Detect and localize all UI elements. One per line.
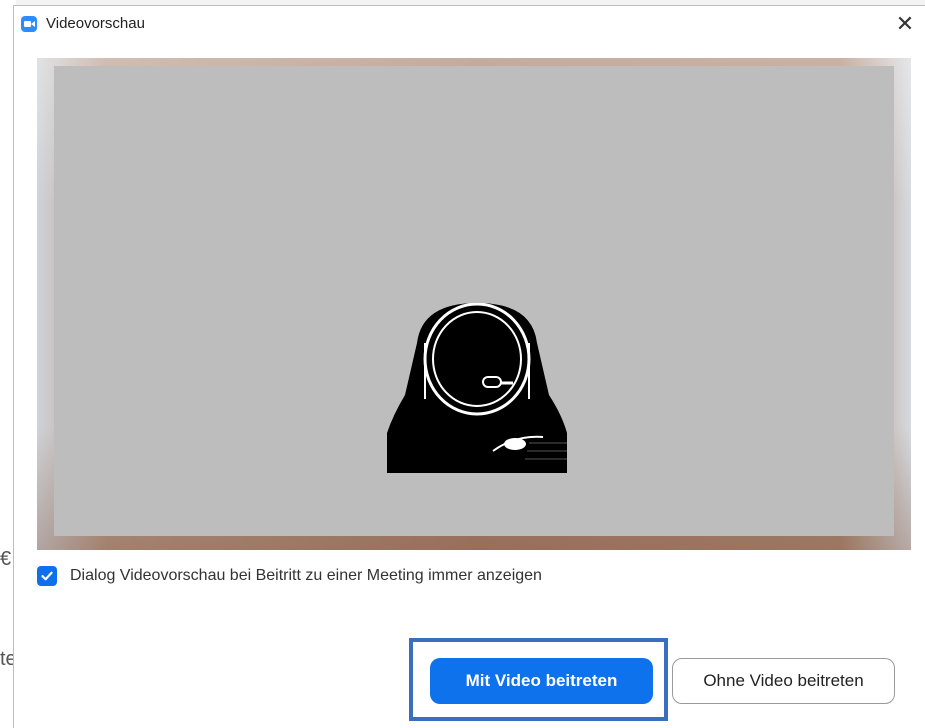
zoom-camera-icon [21,16,37,32]
close-icon: ✕ [895,11,915,36]
always-show-preview-option[interactable]: Dialog Videovorschau bei Beitritt zu ein… [37,566,542,586]
join-without-video-button[interactable]: Ohne Video beitreten [672,658,895,704]
always-show-preview-checkbox[interactable] [37,566,57,586]
background-text-fragment: € [0,548,12,570]
window-title: Videovorschau [46,15,145,32]
astronaut-avatar-icon [387,303,567,473]
avatar-placeholder [54,66,894,536]
video-preview-dialog: Videovorschau ✕ Dialog Videovorschau bei… [13,5,925,728]
join-with-video-button[interactable]: Mit Video beitreten [430,658,653,704]
video-preview [37,58,911,550]
title-bar: Videovorschau ✕ [14,6,925,42]
close-button[interactable]: ✕ [885,6,925,42]
always-show-preview-label[interactable]: Dialog Videovorschau bei Beitritt zu ein… [70,567,542,585]
checkmark-icon [41,571,53,581]
